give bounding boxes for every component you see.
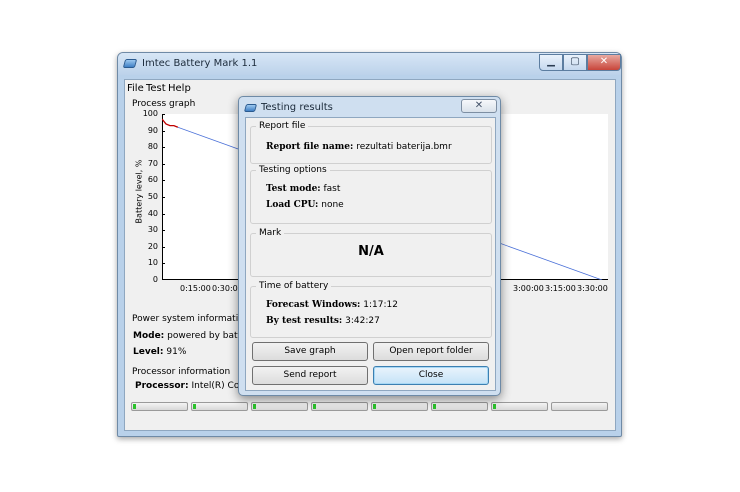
- time-of-battery-group: Time of battery Forecast Windows: 1:17:1…: [250, 281, 492, 338]
- power-level-row: Level: 91%: [133, 347, 186, 357]
- forecast-windows-row: Forecast Windows: 1:17:12: [266, 300, 398, 310]
- test-mode-value: fast: [323, 184, 341, 194]
- y-tick-30: 30: [147, 225, 158, 235]
- cpu-core-bar-fill: [313, 404, 317, 409]
- cpu-core-bar-fill: [253, 404, 257, 409]
- cpu-core-bar: [371, 402, 428, 411]
- cpu-core-bar-fill: [373, 404, 377, 409]
- cpu-core-bar: [491, 402, 548, 411]
- process-graph-label: Process graph: [132, 99, 196, 109]
- mark-group: Mark N/A: [250, 228, 492, 277]
- y-tick-20: 20: [147, 241, 158, 251]
- by-test-results-label: By test results:: [266, 316, 343, 326]
- mark-group-title: Mark: [256, 228, 285, 238]
- close-window-button[interactable]: ✕: [587, 54, 621, 71]
- y-tick-80: 80: [147, 142, 158, 152]
- y-tick-100: 100: [142, 109, 158, 118]
- open-report-folder-button[interactable]: Open report folder: [373, 342, 489, 361]
- load-cpu-row: Load CPU: none: [266, 200, 344, 210]
- processor-label: Processor:: [135, 381, 189, 391]
- report-file-group: Report file Report file name: rezultati …: [250, 121, 492, 164]
- test-mode-row: Test mode: fast: [266, 184, 340, 194]
- cpu-core-bar-fill: [493, 404, 497, 409]
- testing-results-dialog: Testing results ✕ Report file Report fil…: [238, 96, 501, 396]
- cpu-core-bar: [551, 402, 608, 411]
- save-graph-button[interactable]: Save graph: [252, 342, 368, 361]
- maximize-button[interactable]: ▢: [563, 54, 587, 71]
- dialog-body: Report file Report file name: rezultati …: [245, 117, 496, 391]
- cpu-core-bar: [431, 402, 488, 411]
- power-level-value: 91%: [166, 347, 187, 357]
- time-of-battery-group-title: Time of battery: [256, 281, 332, 291]
- report-file-name-value: rezultati baterija.bmr: [356, 142, 452, 152]
- x-tick-3-15: 3:15:00: [545, 284, 576, 293]
- cpu-core-bar-fill: [193, 404, 197, 409]
- title-bar[interactable]: Imtec Battery Mark 1.1 ▁ ▢ ✕: [118, 53, 621, 75]
- dialog-title: Testing results: [261, 102, 333, 113]
- close-button[interactable]: Close: [373, 366, 489, 385]
- report-file-name-row: Report file name: rezultati baterija.bmr: [266, 142, 452, 152]
- y-tick-90: 90: [147, 125, 158, 135]
- cpu-core-bar-fill: [133, 404, 137, 409]
- mark-value: N/A: [358, 244, 384, 259]
- minimize-button[interactable]: ▁: [539, 54, 563, 71]
- processor-info-label: Processor information: [132, 367, 231, 377]
- load-cpu-value: none: [321, 200, 344, 210]
- cpu-core-bar: [131, 402, 188, 411]
- power-info-label: Power system information: [132, 314, 250, 324]
- x-tick-0-15: 0:15:00: [180, 284, 211, 293]
- x-tick-3-00: 3:00:00: [513, 284, 544, 293]
- report-file-name-label: Report file name:: [266, 142, 354, 152]
- menu-help[interactable]: Help: [168, 83, 191, 94]
- forecast-windows-label: Forecast Windows:: [266, 300, 361, 310]
- menu-test[interactable]: Test: [146, 83, 166, 94]
- testing-options-group: Testing options Test mode: fast Load CPU…: [250, 165, 492, 224]
- battery-dialog-icon: [243, 104, 258, 112]
- y-tick-0: 0: [152, 275, 158, 284]
- load-cpu-label: Load CPU:: [266, 200, 319, 210]
- cpu-core-bar: [251, 402, 308, 411]
- window-title: Imtec Battery Mark 1.1: [142, 58, 258, 69]
- y-tick-10: 10: [147, 258, 158, 268]
- battery-app-icon: [122, 59, 138, 68]
- y-tick-60: 60: [147, 175, 158, 185]
- y-tick-70: 70: [147, 158, 158, 168]
- y-tick-50: 50: [147, 192, 158, 201]
- dialog-close-button[interactable]: ✕: [461, 99, 497, 113]
- send-report-button[interactable]: Send report: [252, 366, 368, 385]
- measured-battery-line: [161, 118, 179, 128]
- cpu-core-bar: [191, 402, 248, 411]
- x-tick-3-30: 3:30:00: [577, 284, 608, 293]
- cpu-core-bar-fill: [433, 404, 437, 409]
- report-file-group-title: Report file: [256, 121, 309, 131]
- power-mode-label: Mode:: [133, 331, 165, 341]
- y-tick-40: 40: [147, 208, 158, 218]
- by-test-results-row: By test results: 3:42:27: [266, 316, 380, 326]
- power-level-label: Level:: [133, 347, 164, 357]
- menu-file[interactable]: File: [127, 83, 144, 94]
- test-mode-label: Test mode:: [266, 184, 321, 194]
- testing-options-group-title: Testing options: [256, 165, 330, 175]
- forecast-windows-value: 1:17:12: [363, 300, 398, 310]
- by-test-results-value: 3:42:27: [345, 316, 380, 326]
- cpu-core-bar: [311, 402, 368, 411]
